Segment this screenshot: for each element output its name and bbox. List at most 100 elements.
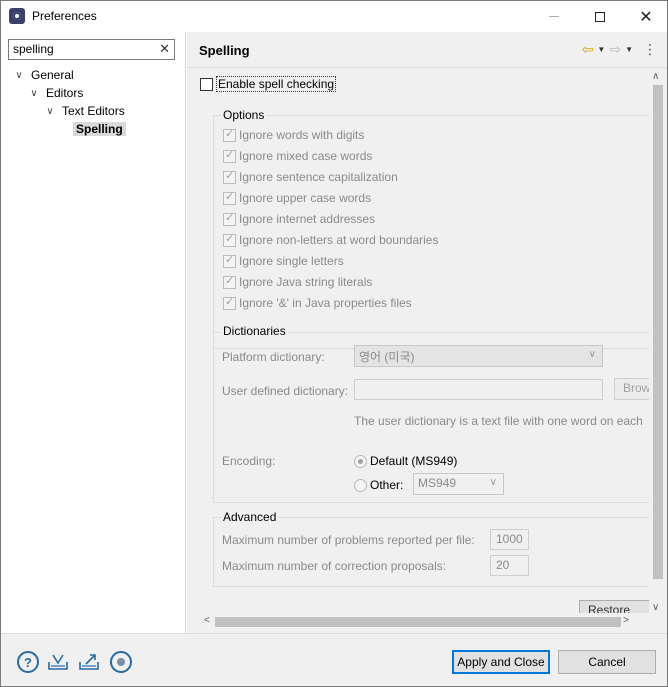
advanced-group: [213, 517, 649, 587]
clear-filter-icon[interactable]: ✕: [159, 41, 170, 57]
ignore-ampersand-checkbox[interactable]: Ignore '&' in Java properties files: [223, 295, 412, 310]
user-dictionary-hint: The user dictionary is a text file with …: [354, 414, 643, 428]
dictionaries-group-title: Dictionaries: [221, 324, 288, 338]
forward-arrow-icon[interactable]: ⇨: [609, 41, 621, 58]
platform-dictionary-combo[interactable]: 영어 (미국) ∨: [354, 345, 603, 367]
ignore-single-letters-checkbox[interactable]: Ignore single letters: [223, 253, 344, 268]
option-label: Ignore Java string literals: [239, 275, 373, 289]
tree-node-spelling[interactable]: Spelling: [73, 120, 126, 138]
option-label: Ignore non-letters at word boundaries: [239, 233, 439, 247]
option-label: Ignore single letters: [239, 254, 344, 268]
ignore-sentence-capitalization-checkbox[interactable]: Ignore sentence capitalization: [223, 169, 398, 184]
tree-node-label: Spelling: [73, 122, 126, 136]
ignore-non-letters-checkbox[interactable]: Ignore non-letters at word boundaries: [223, 232, 439, 247]
ignore-upper-case-checkbox[interactable]: Ignore upper case words: [223, 190, 372, 205]
scroll-right-icon[interactable]: >: [623, 615, 629, 626]
checkbox-box[interactable]: [200, 77, 213, 91]
scroll-down-icon[interactable]: ∨: [652, 602, 659, 613]
options-group-title: Options: [221, 108, 267, 122]
checkbox-box[interactable]: [223, 295, 236, 310]
ignore-java-string-literals-checkbox[interactable]: Ignore Java string literals: [223, 274, 373, 289]
page-navigation: ⇦ ▼ ⇨ ▼ ⋮: [582, 41, 657, 58]
vertical-scrollbar[interactable]: ∧ ∨: [649, 69, 666, 615]
encoding-other-value: MS949: [418, 476, 457, 490]
checkbox-box[interactable]: [223, 253, 236, 268]
title-bar: Preferences ✕: [1, 1, 667, 32]
encoding-other-radio[interactable]: Other:: [354, 478, 403, 492]
chevron-down-icon[interactable]: ∨: [44, 106, 56, 117]
chevron-down-icon[interactable]: ∨: [13, 70, 25, 81]
chevron-down-icon[interactable]: ∨: [28, 88, 40, 99]
max-problems-label: Maximum number of problems reported per …: [222, 533, 475, 547]
eclipse-app-icon: [9, 8, 25, 24]
checkbox-box[interactable]: [223, 190, 236, 205]
minimize-button[interactable]: [531, 1, 577, 32]
advanced-group-title: Advanced: [221, 510, 279, 524]
close-button[interactable]: ✕: [623, 1, 668, 32]
platform-dictionary-label: Platform dictionary:: [222, 350, 325, 364]
apply-and-close-button[interactable]: Apply and Close: [452, 650, 550, 674]
enable-spell-checking-label: Enable spell checking: [216, 76, 337, 92]
encoding-other-combo[interactable]: MS949 ∨: [413, 473, 504, 495]
option-label: Ignore internet addresses: [239, 212, 376, 226]
preference-page-panel: Spelling ⇦ ▼ ⇨ ▼ ⋮ Enable spell checking…: [187, 32, 667, 633]
radio-circle[interactable]: [354, 478, 367, 492]
checkbox-box[interactable]: [223, 169, 236, 184]
help-icon[interactable]: ?: [17, 651, 39, 673]
checkbox-box[interactable]: [223, 274, 236, 289]
horizontal-scrollbar[interactable]: < >: [201, 613, 649, 630]
forward-dropdown-icon[interactable]: ▼: [625, 45, 633, 54]
tree-node-general[interactable]: ∨ General: [13, 66, 74, 84]
maximize-button[interactable]: [577, 1, 623, 32]
filter-input[interactable]: [13, 42, 153, 56]
tree-node-editors[interactable]: ∨ Editors: [28, 84, 83, 102]
tree-node-text-editors[interactable]: ∨ Text Editors: [44, 102, 124, 120]
import-icon-svg: [48, 654, 68, 670]
close-icon: ✕: [639, 8, 653, 26]
option-label: Ignore '&' in Java properties files: [239, 296, 412, 310]
ignore-words-with-digits-checkbox[interactable]: Ignore words with digits: [223, 127, 365, 142]
cancel-button[interactable]: Cancel: [558, 650, 656, 674]
encoding-label: Encoding:: [222, 454, 276, 468]
record-icon[interactable]: [110, 651, 132, 673]
back-arrow-icon[interactable]: ⇦: [582, 41, 594, 58]
ignore-internet-addresses-checkbox[interactable]: Ignore internet addresses: [223, 211, 376, 226]
checkbox-box[interactable]: [223, 232, 236, 247]
checkbox-box[interactable]: [223, 127, 236, 142]
ignore-mixed-case-checkbox[interactable]: Ignore mixed case words: [223, 148, 373, 163]
user-dictionary-label: User defined dictionary:: [222, 384, 349, 398]
option-label: Ignore mixed case words: [239, 149, 373, 163]
back-dropdown-icon[interactable]: ▼: [597, 45, 605, 54]
scroll-left-icon[interactable]: <: [204, 615, 210, 626]
encoding-default-radio[interactable]: Default (MS949): [354, 454, 457, 468]
option-label: Ignore sentence capitalization: [239, 170, 398, 184]
option-label: Ignore words with digits: [239, 128, 365, 142]
checkbox-box[interactable]: [223, 211, 236, 226]
max-problems-field[interactable]: 1000: [490, 529, 529, 550]
import-icon[interactable]: [47, 651, 69, 673]
page-header: Spelling ⇦ ▼ ⇨ ▼ ⋮: [187, 32, 667, 68]
radio-circle[interactable]: [354, 454, 367, 468]
preference-tree-panel: ✕ ∨ General ∨ Editors ∨ Text Editors Spe…: [1, 32, 186, 633]
export-icon[interactable]: [78, 651, 100, 673]
checkbox-box[interactable]: [223, 148, 236, 163]
option-label: Ignore upper case words: [239, 191, 372, 205]
scroll-thumb[interactable]: [653, 85, 663, 579]
chevron-down-icon: ∨: [588, 349, 596, 360]
scroll-up-icon[interactable]: ∧: [652, 71, 659, 82]
enable-spell-checking-checkbox[interactable]: Enable spell checking: [200, 76, 337, 92]
filter-field[interactable]: ✕: [8, 39, 175, 60]
max-proposals-field[interactable]: 20: [490, 555, 529, 576]
view-menu-icon[interactable]: ⋮: [643, 41, 657, 58]
page-content: Enable spell checking Options Ignore wor…: [187, 69, 649, 615]
user-dictionary-field[interactable]: [354, 379, 603, 400]
window-title: Preferences: [32, 9, 97, 23]
encoding-default-label: Default (MS949): [370, 454, 458, 468]
tree-node-label: General: [31, 68, 74, 82]
export-icon-svg: [79, 654, 99, 670]
browse-button[interactable]: Brow: [614, 378, 649, 400]
dialog-button-bar: ? Apply and Close Cancel: [1, 633, 667, 686]
scroll-thumb[interactable]: [215, 617, 621, 627]
max-proposals-label: Maximum number of correction proposals:: [222, 559, 447, 573]
chevron-down-icon: ∨: [489, 477, 497, 488]
